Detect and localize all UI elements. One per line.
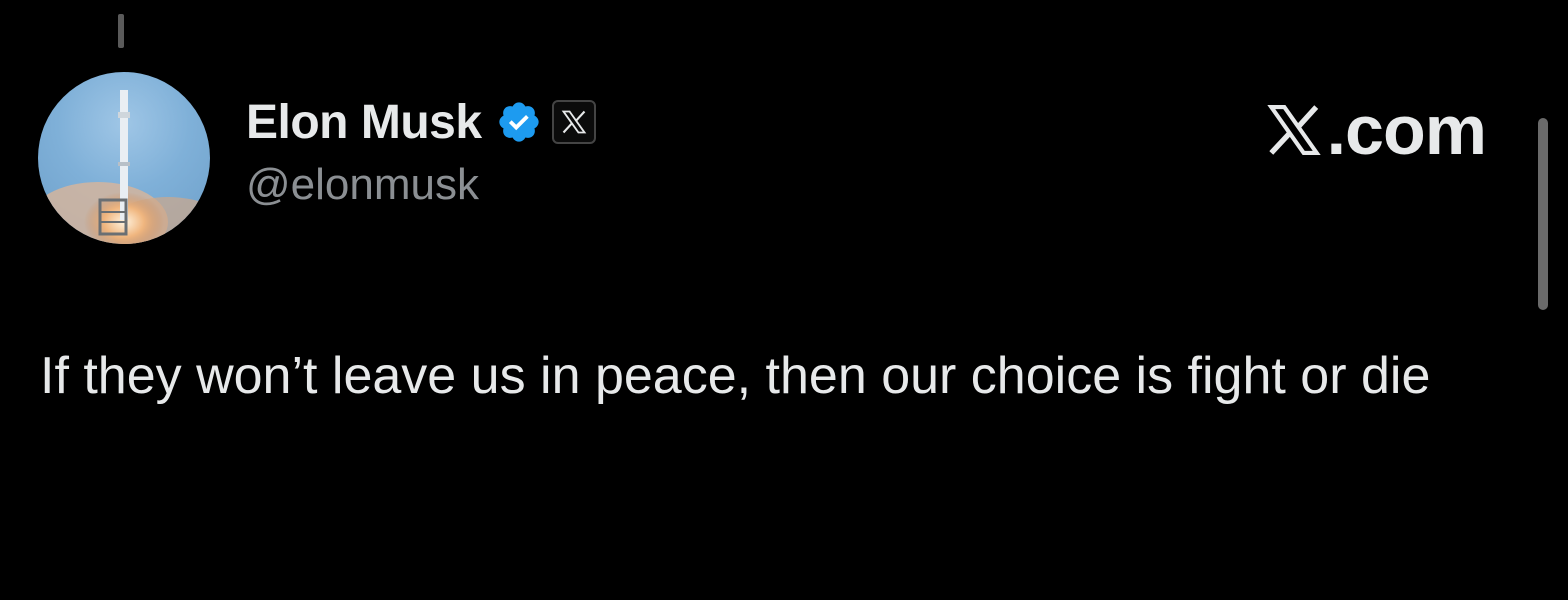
x-com-watermark: .com — [1265, 90, 1487, 170]
author-display-name[interactable]: Elon Musk — [246, 95, 482, 150]
avatar[interactable] — [38, 72, 210, 244]
brand-domain-text: .com — [1326, 91, 1487, 169]
rocket-launch-avatar — [38, 90, 210, 244]
x-logo-icon — [1266, 104, 1321, 156]
author-name-row: Elon Musk — [246, 92, 596, 152]
post-text: If they won’t leave us in peace, then ou… — [40, 347, 1431, 405]
top-drag-indicator — [118, 14, 124, 48]
x-affiliate-icon[interactable] — [551, 100, 596, 144]
verified-badge-icon[interactable] — [496, 99, 542, 145]
scrollbar[interactable] — [1538, 118, 1548, 310]
author-handle[interactable]: @elonmusk — [246, 160, 479, 210]
